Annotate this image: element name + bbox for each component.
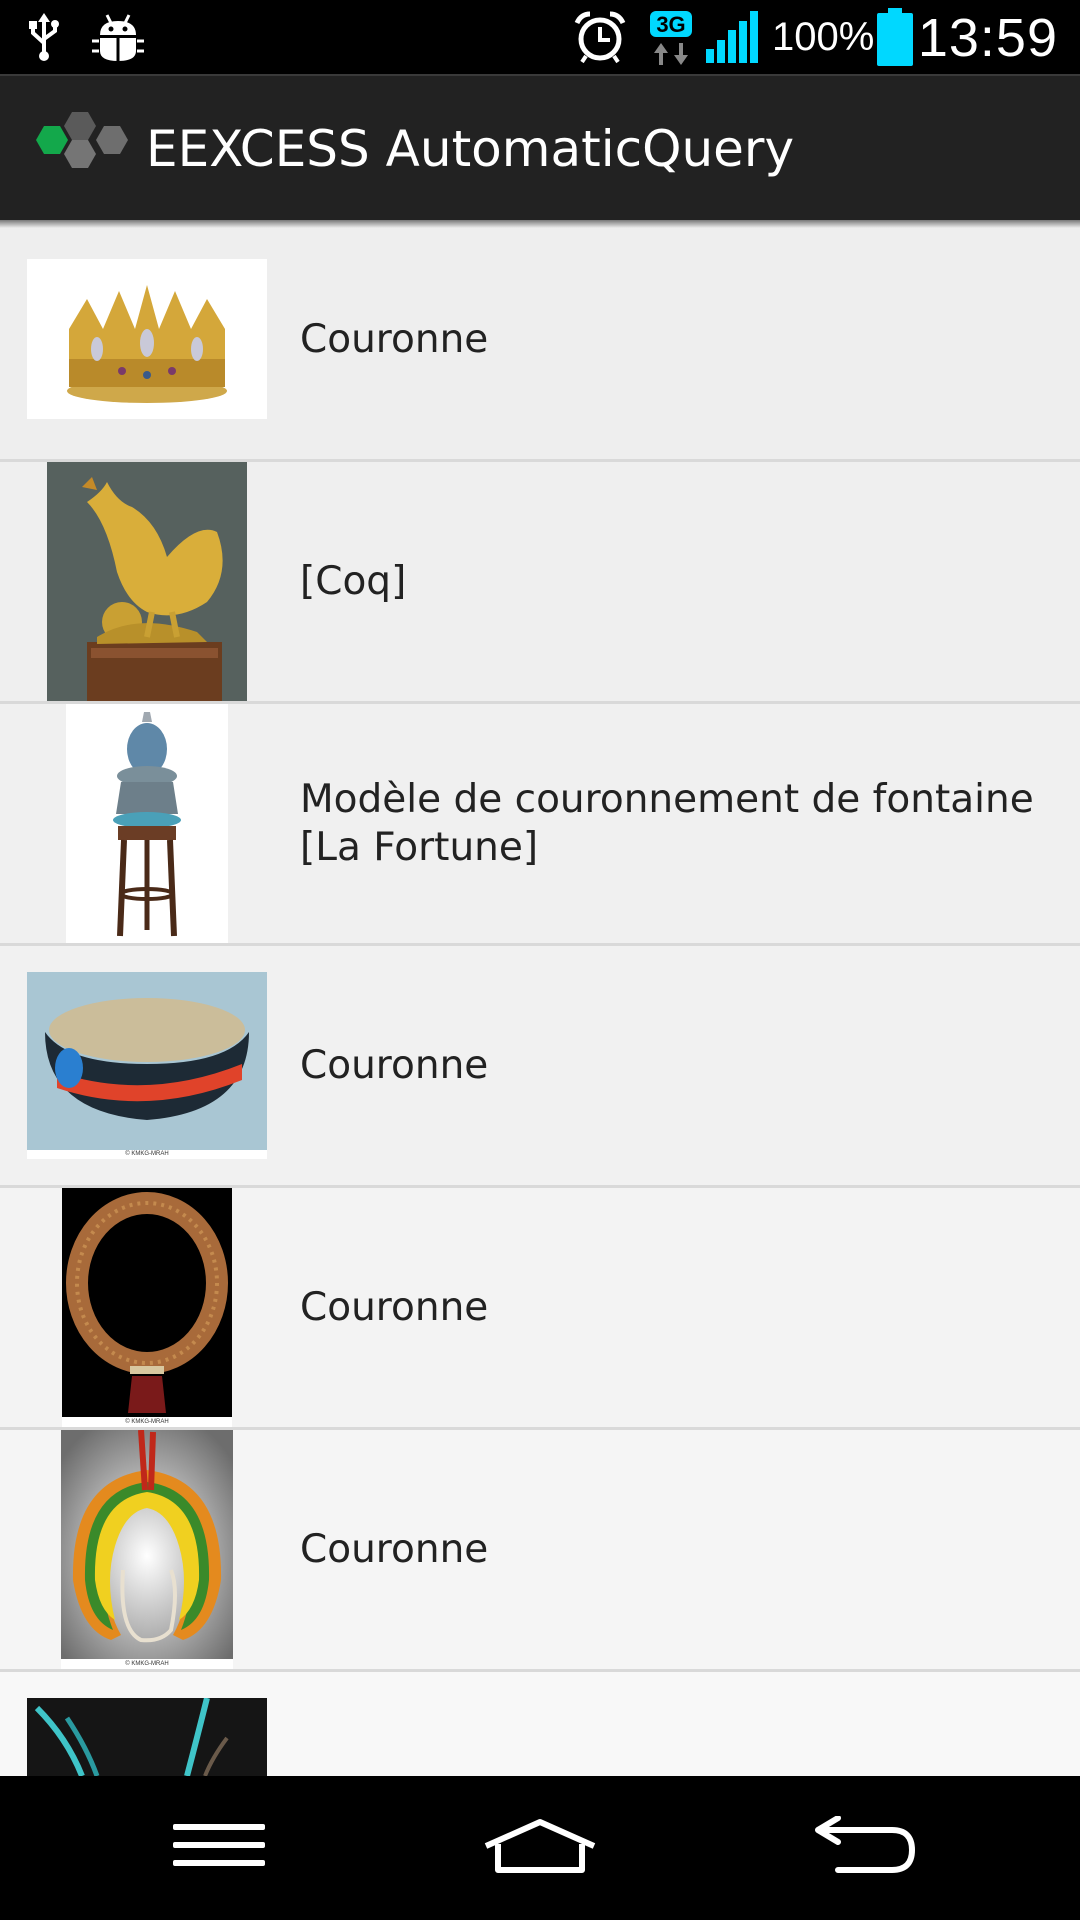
alarm-icon	[572, 0, 628, 74]
result-title: [Coq]	[300, 558, 407, 604]
list-item[interactable]: © KMKG-MRAH Couronne	[0, 1188, 1080, 1430]
signal-icon	[702, 0, 764, 74]
usb-icon	[22, 0, 66, 74]
results-list[interactable]: Couronne [Coq] Modèle de couronnement de…	[0, 220, 1080, 1776]
result-title: Couronne	[300, 316, 489, 362]
home-icon	[482, 1818, 598, 1878]
gold-crown-image	[27, 259, 267, 419]
navigation-bar	[0, 1776, 1080, 1920]
result-title: Couronne	[300, 1284, 489, 1330]
menu-icon	[171, 1822, 267, 1874]
battery-icon	[876, 0, 914, 74]
clock: 13:59	[917, 8, 1058, 68]
3g-data-icon: 3G	[646, 0, 696, 74]
gold-rooster-statue-image	[47, 462, 247, 701]
image-caption: © KMKG-MRAH	[125, 1661, 169, 1667]
action-bar-shadow	[0, 220, 1080, 228]
fountain-model-image	[66, 704, 228, 943]
list-item[interactable]: Couronne	[0, 220, 1080, 462]
image-caption: © KMKG-MRAH	[125, 1419, 169, 1425]
feather-headband-image: © KMKG-MRAH	[27, 972, 267, 1159]
list-item[interactable]: [Coq]	[0, 462, 1080, 704]
result-title	[300, 1672, 1070, 1776]
status-bar: 3G 100% 13:59	[0, 0, 1080, 74]
woven-necklace-image: © KMKG-MRAH	[62, 1188, 232, 1427]
home-button[interactable]	[440, 1776, 640, 1920]
svg-text:3G: 3G	[656, 12, 685, 37]
result-title: Couronne	[300, 1042, 489, 1088]
image-caption: © KMKG-MRAH	[125, 1151, 169, 1157]
result-title: Couronne	[300, 1526, 489, 1572]
result-title: Modèle de couronnement de fontaine [La F…	[300, 776, 1034, 870]
list-item[interactable]: Modèle de couronnement de fontaine [La F…	[0, 704, 1080, 946]
list-item[interactable]	[0, 1672, 1080, 1776]
feathers-image	[27, 1698, 267, 1776]
android-debug-icon	[88, 0, 148, 74]
app-title: EEXCESS AutomaticQuery	[146, 120, 795, 178]
eexcess-logo[interactable]	[34, 108, 134, 188]
list-item[interactable]: © KMKG-MRAH Couronne	[0, 1430, 1080, 1672]
feather-headdress-image: © KMKG-MRAH	[61, 1430, 233, 1669]
menu-button[interactable]	[119, 1776, 319, 1920]
back-button[interactable]	[762, 1776, 962, 1920]
action-bar: EEXCESS AutomaticQuery	[0, 74, 1080, 220]
list-item[interactable]: © KMKG-MRAH Couronne	[0, 946, 1080, 1188]
battery-percent: 100%	[772, 15, 875, 59]
back-icon	[808, 1815, 916, 1880]
